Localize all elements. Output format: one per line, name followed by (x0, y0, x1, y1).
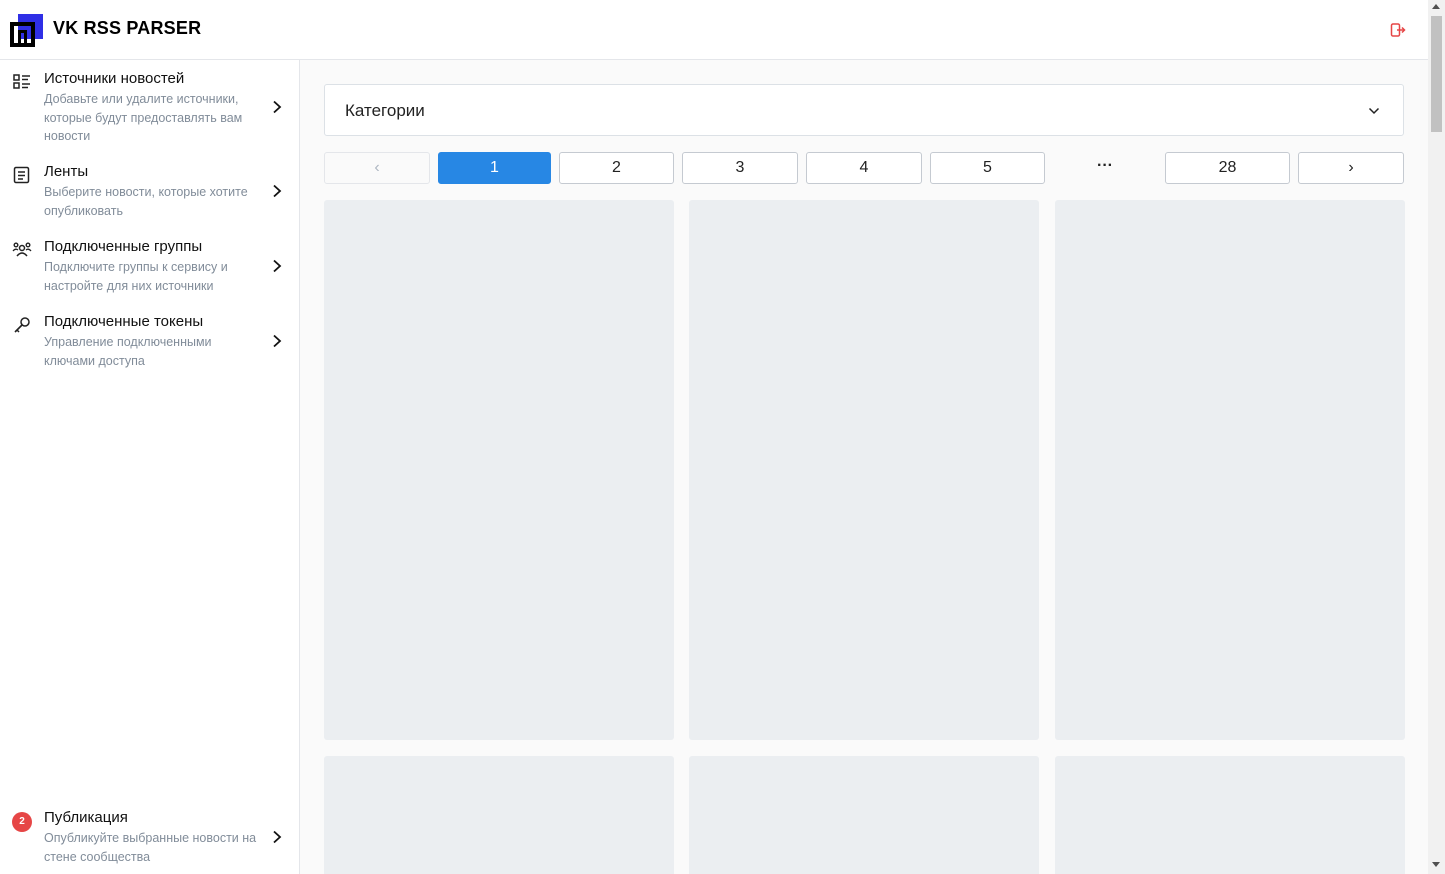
scroll-thumb[interactable] (1431, 16, 1442, 132)
pagination-page-5[interactable]: 5 (930, 152, 1045, 184)
pagination-page-4[interactable]: 4 (806, 152, 922, 184)
sidebar-item-title: Подключенные группы (44, 238, 203, 255)
pagination-page-3[interactable]: 3 (682, 152, 798, 184)
chevron-right-icon (273, 334, 282, 348)
list-icon (13, 74, 30, 89)
notification-badge: 2 (12, 812, 32, 832)
sidebar-item-desc: Подключите группы к сервису и настройте … (44, 260, 228, 293)
pagination-page-last[interactable]: 28 (1165, 152, 1290, 184)
chevron-down-icon (1368, 107, 1380, 115)
sidebar-item-title: Ленты (44, 163, 89, 180)
chevron-right-icon (273, 100, 282, 114)
page-scrollbar[interactable] (1428, 0, 1445, 874)
sidebar-item-desc: Управление подключенными ключами доступа (44, 335, 212, 368)
news-card-placeholder (324, 200, 674, 740)
chevron-right-icon (273, 184, 282, 198)
category-select-label: Категории (345, 101, 425, 120)
category-select[interactable]: Категории (324, 84, 1404, 136)
main-content: Категории ‹ 1 2 3 4 5 ··· 28 › (300, 60, 1428, 874)
groups-icon (12, 242, 32, 257)
sidebar-item-desc: Опубликуйте выбранные новости на стене с… (44, 831, 257, 864)
sidebar-item-desc: Добавьте или удалите источники, которые … (44, 92, 243, 143)
feed-icon (13, 166, 30, 184)
pagination-page-2[interactable]: 2 (559, 152, 674, 184)
news-card-placeholder (324, 756, 674, 874)
sidebar-item-tokens[interactable]: Подключенные токены Управление подключен… (0, 313, 299, 373)
scroll-up-icon[interactable] (1432, 4, 1440, 9)
app-title: VK RSS PARSER (53, 18, 202, 38)
app-header: VK RSS PARSER (0, 0, 1428, 60)
pagination-page-1[interactable]: 1 (438, 152, 551, 184)
logo-icon (10, 14, 43, 47)
chevron-right-icon (273, 259, 282, 273)
sidebar-item-publish[interactable]: 2 Публикация Опубликуйте выбранные новос… (0, 809, 299, 869)
logout-icon[interactable] (1390, 22, 1406, 38)
sidebar-item-title: Подключенные токены (44, 313, 204, 330)
news-card-placeholder (689, 200, 1039, 740)
sidebar-item-desc: Выберите новости, которые хотите опублик… (44, 185, 248, 218)
news-card-placeholder (689, 756, 1039, 874)
scroll-down-icon[interactable] (1432, 862, 1440, 867)
sidebar: Источники новостей Добавьте или удалите … (0, 60, 300, 874)
pagination-ellipsis: ··· (1097, 157, 1113, 174)
key-icon (14, 317, 30, 333)
chevron-right-icon (273, 830, 282, 844)
pagination-prev-button[interactable]: ‹ (324, 152, 430, 184)
pagination-next-button[interactable]: › (1298, 152, 1404, 184)
news-card-placeholder (1055, 756, 1405, 874)
sidebar-item-groups[interactable]: Подключенные группы Подключите группы к … (0, 238, 299, 298)
news-card-placeholder (1055, 200, 1405, 740)
sidebar-item-feeds[interactable]: Ленты Выберите новости, которые хотите о… (0, 163, 299, 223)
sidebar-item-title: Источники новостей (44, 70, 185, 87)
sidebar-item-title: Публикация (44, 809, 128, 826)
sidebar-item-sources[interactable]: Источники новостей Добавьте или удалите … (0, 70, 299, 146)
